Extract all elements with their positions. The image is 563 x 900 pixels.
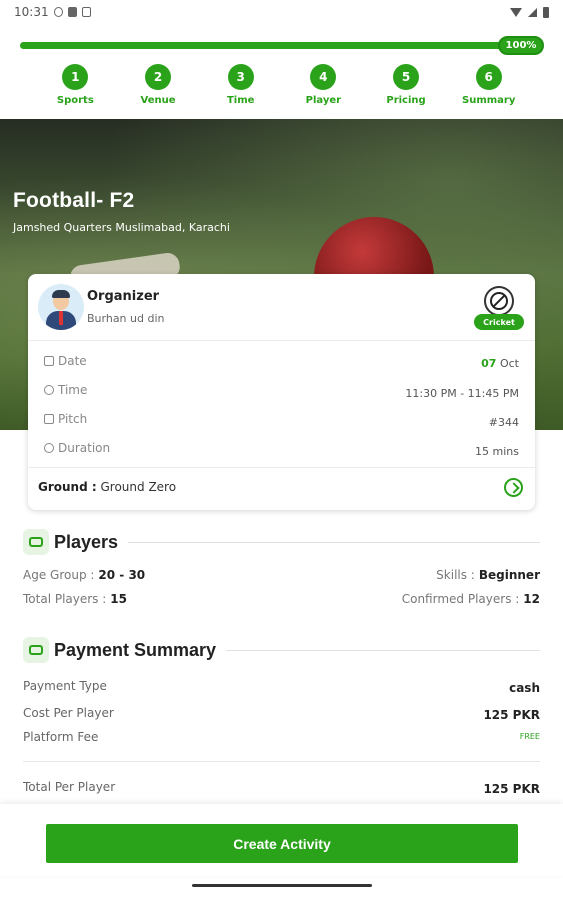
total-players-value: 15 (110, 592, 127, 606)
cost-per-player-label: Cost Per Player (23, 706, 114, 720)
step-venue[interactable]: 2 Venue (117, 64, 200, 106)
pitch-row-label: Pitch (44, 412, 87, 426)
step-label: Venue (140, 95, 176, 106)
step-number: 4 (310, 64, 337, 90)
activity-details-card: Organizer Burhan ud din Cricket Date 07 … (28, 274, 535, 510)
duration-label: Duration (58, 441, 111, 455)
payment-type-value: cash (509, 681, 540, 695)
step-label: Summary (462, 95, 516, 106)
ground-row: Ground : Ground Zero (38, 480, 176, 494)
step-pricing[interactable]: 5 Pricing (365, 64, 448, 106)
progress-track (20, 42, 540, 49)
pitch-value: #344 (488, 416, 519, 429)
total-per-player-label: Total Per Player (23, 780, 116, 794)
step-time[interactable]: 3 Time (199, 64, 282, 106)
card-divider (28, 467, 535, 468)
avatar-hair (52, 290, 70, 298)
status-time: 10:31 (14, 5, 49, 19)
organizer-avatar (38, 284, 84, 330)
duration-row-label: Duration (44, 441, 110, 455)
activity-address: Jamshed Quarters Muslimabad, Karachi (13, 221, 230, 234)
cost-per-player-value: 125 PKR (483, 708, 540, 722)
payment-divider (23, 761, 540, 762)
step-label: Pricing (386, 95, 426, 106)
card-divider (28, 340, 535, 341)
skills-label: Skills : (436, 568, 475, 582)
step-number: 6 (475, 64, 502, 90)
age-group-label: Age Group : (23, 568, 95, 582)
time-label: Time (58, 383, 88, 397)
clock-icon (44, 385, 54, 395)
players-title: Players (54, 531, 119, 552)
avatar-tie (59, 311, 63, 325)
step-number: 5 (393, 64, 420, 90)
confirmed-players-row: Confirmed Players :12 (402, 592, 540, 606)
step-label: Time (226, 95, 255, 106)
pitch-label: Pitch (58, 412, 88, 426)
dnd-icon (53, 7, 63, 17)
step-sports[interactable]: 1 Sports (34, 64, 117, 106)
navigate-icon[interactable] (504, 478, 523, 497)
cricket-ball-icon (484, 286, 514, 316)
platform-fee-value: FREE (519, 732, 540, 741)
activity-title: Football- F2 (13, 189, 135, 212)
organizer-label: Organizer (87, 289, 160, 304)
section-divider (226, 649, 540, 651)
step-player[interactable]: 4 Player (282, 64, 365, 106)
total-per-player-value: 125 PKR (483, 782, 540, 796)
progress-badge: 100% (498, 36, 544, 55)
confirmed-players-value: 12 (523, 592, 540, 606)
ground-value: Ground Zero (100, 480, 177, 494)
date-day: 07 (481, 357, 497, 370)
date-value: 07 Oct (481, 357, 519, 370)
stopwatch-icon (44, 443, 54, 453)
sport-badge: Cricket (474, 314, 524, 330)
screenshot-icon (81, 7, 91, 17)
total-players-label: Total Players : (23, 592, 107, 606)
wifi-icon (510, 7, 522, 17)
status-left: 10:31 (14, 5, 91, 19)
status-right (510, 6, 549, 18)
date-month: Oct (499, 357, 519, 370)
step-number: 1 (62, 64, 89, 90)
players-icon (23, 529, 49, 555)
ground-label: Ground : (38, 480, 97, 494)
section-divider (128, 541, 540, 543)
payment-section-header: Payment Summary (23, 637, 540, 663)
date-row-label: Date (44, 354, 87, 368)
step-number: 2 (145, 64, 171, 90)
platform-fee-label: Platform Fee (23, 730, 99, 744)
step-label: Player (305, 95, 342, 106)
players-section-header: Players (23, 529, 540, 555)
step-indicator: 1 Sports 2 Venue 3 Time 4 Player 5 Prici… (34, 64, 530, 106)
step-label: Sports (56, 95, 94, 106)
sim-icon (67, 7, 77, 17)
progress-fill (20, 42, 540, 49)
payment-title: Payment Summary (54, 639, 217, 660)
calendar-icon (44, 356, 54, 366)
time-row-label: Time (44, 383, 87, 397)
status-bar: 10:31 (0, 0, 563, 24)
step-summary[interactable]: 6 Summary (447, 64, 530, 106)
step-number: 3 (227, 64, 254, 90)
age-group-value: 20 - 30 (98, 568, 146, 582)
skills-value: Beginner (478, 568, 540, 582)
home-indicator[interactable] (192, 884, 372, 887)
age-group-row: Age Group :20 - 30 (23, 568, 145, 582)
pitch-icon (44, 414, 54, 424)
create-activity-button[interactable]: Create Activity (46, 824, 518, 863)
battery-icon (543, 6, 549, 18)
signal-icon (528, 7, 537, 17)
duration-value: 15 mins (475, 445, 519, 458)
wallet-icon (23, 637, 49, 663)
total-players-row: Total Players :15 (23, 592, 127, 606)
organizer-name: Burhan ud din (87, 312, 165, 325)
confirmed-players-label: Confirmed Players : (401, 592, 520, 606)
payment-type-label: Payment Type (23, 679, 107, 693)
bottom-action-bar: Create Activity (0, 804, 563, 876)
skills-row: Skills : Beginner (436, 568, 540, 582)
time-value: 11:30 PM - 11:45 PM (405, 387, 519, 400)
date-label: Date (58, 354, 87, 368)
